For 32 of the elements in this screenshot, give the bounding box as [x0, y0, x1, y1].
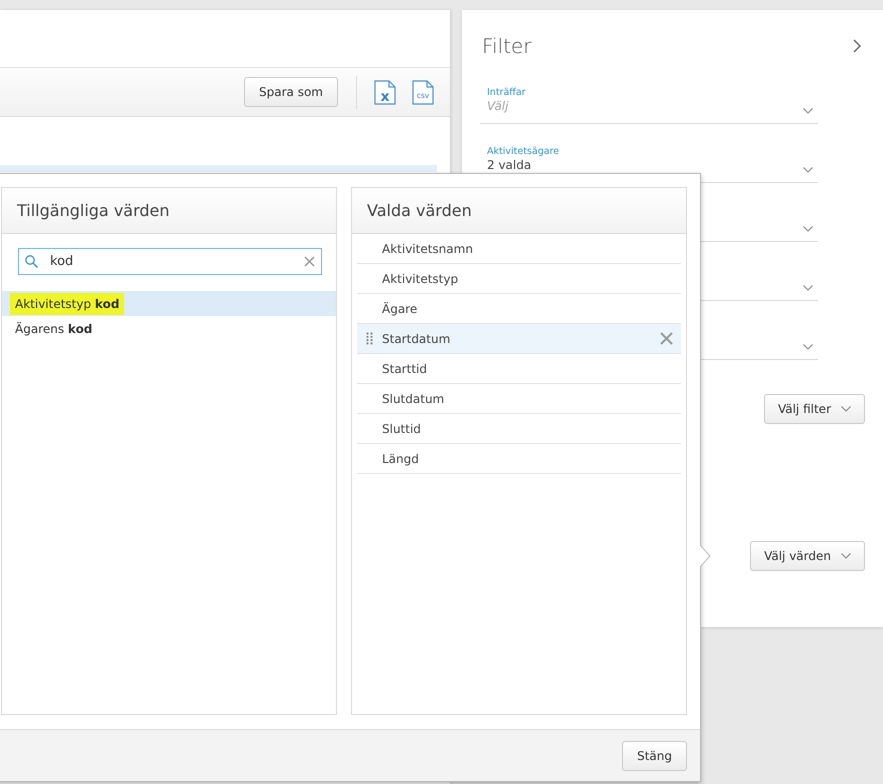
filter-dropdown-button[interactable]: Välj filter [764, 394, 865, 424]
list-item[interactable]: Aktivitetstyp [357, 264, 681, 294]
chevron-down-icon [803, 108, 813, 114]
list-item[interactable]: Ägarens kod [2, 316, 336, 341]
field-value: 2 valda [487, 158, 532, 172]
list-item[interactable]: Starttid [357, 354, 681, 384]
panel-title: Filter [482, 34, 532, 58]
drag-handle-icon[interactable] [366, 332, 373, 345]
chevron-down-icon [841, 406, 851, 412]
remove-icon[interactable] [660, 332, 673, 345]
clear-icon[interactable] [304, 256, 315, 267]
list-item[interactable]: Aktivitetsnamn [357, 234, 681, 264]
close-button[interactable]: Stäng [622, 740, 687, 770]
field-label: Inträffar [487, 86, 527, 99]
chevron-right-icon[interactable] [853, 39, 861, 53]
list-item[interactable]: Längd [357, 444, 681, 474]
x-file-icon[interactable]: x [374, 80, 396, 104]
chevron-down-icon [803, 167, 813, 173]
chevron-down-icon [803, 226, 813, 232]
list-item[interactable]: Slutdatum [357, 384, 681, 414]
list-item[interactable]: Startdatum [357, 324, 681, 354]
list-item[interactable]: Sluttid [357, 414, 681, 444]
field-label: Aktivitetsägare [487, 145, 560, 158]
chevron-down-icon [803, 285, 813, 291]
search-field[interactable]: kod [18, 248, 322, 275]
field-placeholder: Välj [487, 99, 508, 113]
list-item[interactable]: Aktivitetstyp kod [2, 291, 336, 316]
chevron-down-icon [803, 344, 813, 350]
chevron-down-icon [841, 553, 851, 559]
values-dropdown-button[interactable]: Välj värden [750, 541, 865, 571]
save-as-button[interactable]: Spara som [244, 77, 338, 107]
search-icon [25, 255, 38, 268]
